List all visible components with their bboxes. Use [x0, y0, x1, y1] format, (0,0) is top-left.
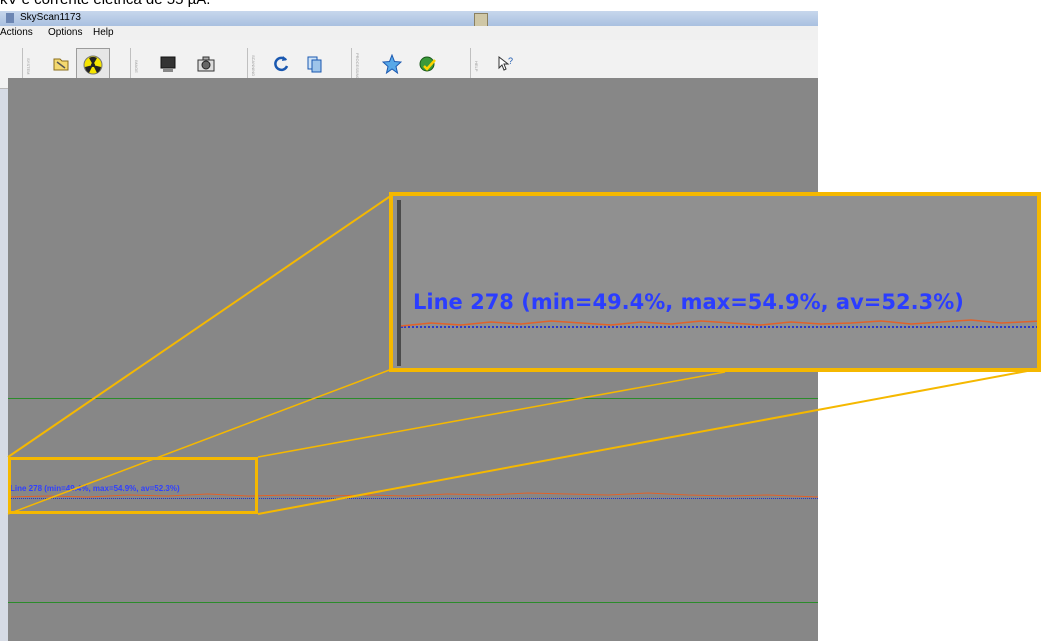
process-star-icon — [382, 54, 402, 74]
globe-check-icon — [419, 56, 436, 72]
globe-check-button[interactable] — [414, 50, 442, 78]
open-folder-button[interactable] — [47, 50, 75, 78]
scan-stack-button[interactable] — [301, 50, 329, 78]
guide-line-top — [8, 398, 818, 399]
menu-help[interactable]: Help — [93, 27, 114, 38]
title-bar: SkyScan1173 — [0, 11, 818, 27]
caption-text: kV e corrente elétrica de 55 µA. — [0, 0, 210, 8]
monitor-button[interactable] — [154, 50, 182, 78]
scan-stack-icon — [307, 56, 322, 73]
menu-options[interactable]: Options — [48, 27, 82, 38]
app-icon — [6, 13, 14, 23]
monitor-icon — [160, 56, 176, 72]
help-cursor-icon: ? — [498, 55, 513, 71]
menu-actions[interactable]: Actions — [0, 27, 33, 38]
camera-icon — [197, 56, 215, 72]
guide-line-bottom — [8, 602, 818, 603]
zoomed-profile-label: Line 278 (min=49.4%, max=54.9%, av=52.3%… — [413, 290, 964, 314]
menu-bar: Actions Options Help — [0, 26, 818, 41]
zoom-source-box — [8, 457, 258, 514]
window-title: SkyScan1173 — [20, 12, 81, 23]
radiation-icon — [83, 55, 103, 75]
camera-button[interactable] — [192, 50, 220, 78]
process-button[interactable] — [378, 50, 406, 78]
svg-text:?: ? — [508, 56, 513, 66]
xray-source-button[interactable] — [76, 48, 110, 82]
refresh-button[interactable] — [267, 50, 295, 78]
zoom-callout: Line 278 (min=49.4%, max=54.9%, av=52.3%… — [389, 192, 1041, 372]
image-edge — [397, 200, 401, 366]
open-folder-icon — [53, 58, 69, 71]
zoomed-profile-line — [401, 319, 1037, 327]
refresh-icon — [274, 56, 289, 72]
help-cursor-button[interactable]: ? — [492, 50, 520, 78]
taskbar-folder-icon — [474, 13, 488, 27]
